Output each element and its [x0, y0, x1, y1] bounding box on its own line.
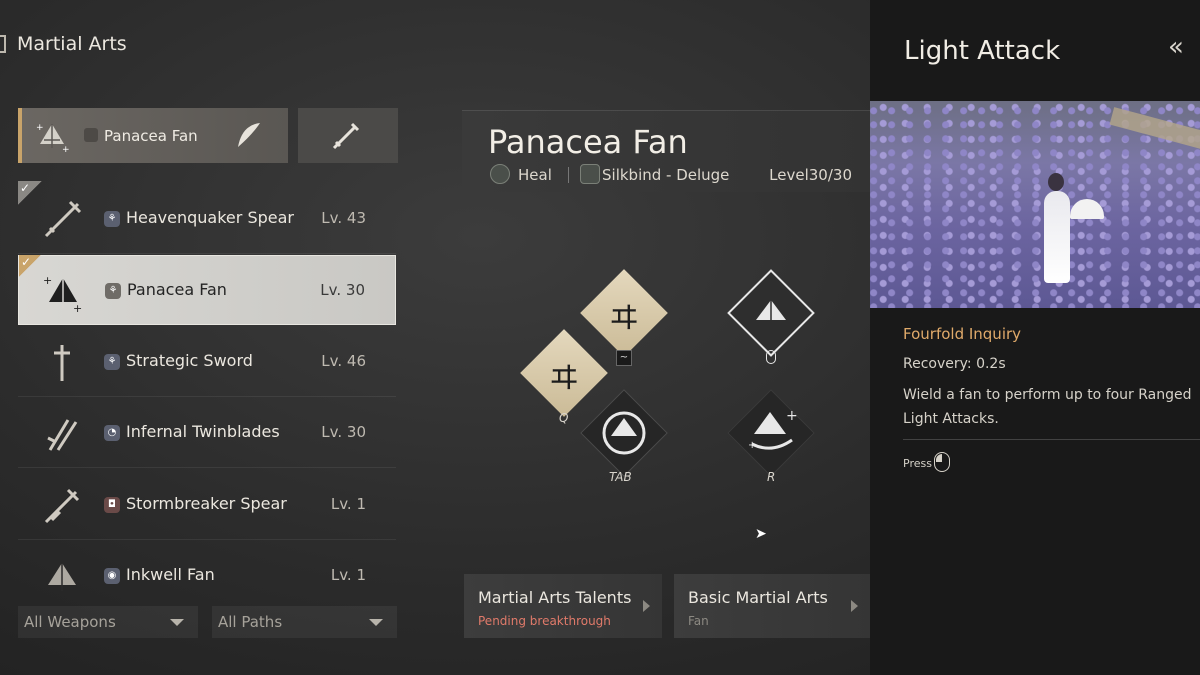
fan-silhouette-icon [238, 123, 260, 147]
weapon-row-infernal-twinblades[interactable]: ◔ Infernal Twinblades Lv. 30 [18, 398, 396, 468]
svg-text:+: + [786, 408, 798, 424]
silkbind-icon [580, 164, 600, 184]
chevron-down-icon [170, 619, 184, 626]
fan-icon [48, 563, 76, 591]
preview-path [1109, 107, 1200, 153]
preview-character-head [1048, 173, 1064, 191]
preview-character [1044, 191, 1070, 283]
mouse-left-icon [766, 350, 776, 364]
path-badge-icon: ⚘ [105, 283, 121, 299]
weapon-row-heavenquaker-spear[interactable]: ⚘ Heavenquaker Spear Lv. 43 [18, 184, 396, 254]
spear-icon [44, 200, 82, 238]
skill-title: Light Attack [904, 36, 1061, 66]
weapon-detail-header: Panacea Fan Heal Silkbind - Deluge Level… [462, 110, 870, 192]
fan-heal-icon: + + [748, 408, 798, 451]
weapon-row-strategic-sword[interactable]: ⚘ Strategic Sword Lv. 46 [18, 327, 396, 397]
fan-icon: + + [43, 274, 82, 314]
spear-icon [44, 488, 80, 524]
skill-preview-image [870, 101, 1200, 308]
twinblades-icon [47, 419, 78, 451]
weapon-name: Strategic Sword [126, 351, 253, 370]
basic-label: Basic Martial Arts [688, 588, 828, 607]
weapon-name: Stormbreaker Spear [126, 494, 287, 513]
key-hint-q: Q [559, 411, 569, 425]
equipped-main-label: Panacea Fan [104, 127, 198, 145]
back-arrow-icon[interactable]: « [1168, 32, 1184, 62]
weapon-row-panacea-fan[interactable]: + + ⚘ Panacea Fan Lv. 30 [18, 255, 396, 325]
weapon-name: Heavenquaker Spear [126, 208, 294, 227]
fan-swirl-icon [602, 411, 646, 455]
path-filter-dropdown[interactable]: All Paths [212, 606, 397, 638]
page-title: Martial Arts [17, 33, 127, 55]
svg-text:+: + [43, 274, 52, 287]
weapon-row-inkwell-fan[interactable]: ◉ Inkwell Fan Lv. 1 [18, 541, 396, 611]
preview-fan [1070, 199, 1104, 219]
weapon-level: Lv. 1 [330, 566, 366, 584]
path-badge-icon: ◔ [104, 425, 120, 441]
mouse-left-icon [934, 452, 950, 472]
chevron-right-icon [851, 600, 858, 612]
key-hint-tab: TAB [609, 470, 632, 484]
skill-subtitle: Fourfold Inquiry [903, 325, 1022, 343]
weapon-level: Lv. 43 [321, 209, 366, 227]
path-badge-icon: ◘ [104, 497, 120, 513]
svg-text:+: + [36, 123, 44, 133]
weapon-name: Infernal Twinblades [126, 422, 280, 441]
sword-icon [54, 345, 70, 381]
path-badge-icon [84, 128, 98, 142]
calligraphy-glyph-icon: ヰ [609, 301, 639, 336]
weapon-row-stormbreaker-spear[interactable]: ◘ Stormbreaker Spear Lv. 1 [18, 470, 396, 540]
weapon-detail-level: Level30/30 [769, 166, 852, 184]
talents-label: Martial Arts Talents [478, 588, 632, 607]
equipped-main-weapon-slot[interactable]: + + Panacea Fan [18, 108, 288, 163]
check-icon: ✓ [20, 181, 31, 195]
weapon-filter-value: All Weapons [24, 613, 116, 631]
weapon-level: Lv. 30 [320, 281, 365, 299]
weapon-level: Lv. 46 [321, 352, 366, 370]
heal-icon [490, 164, 510, 184]
weapon-level: Lv. 30 [321, 423, 366, 441]
svg-text:+: + [73, 302, 82, 314]
heal-tag: Heal [518, 166, 552, 184]
fan-open-icon [756, 300, 786, 326]
divider [903, 439, 1200, 440]
path-filter-value: All Paths [218, 613, 283, 631]
press-label: Press [903, 457, 932, 470]
martial-arts-book-icon [0, 35, 6, 53]
weapon-filter-dropdown[interactable]: All Weapons [18, 606, 198, 638]
sword-weapon-icon [332, 122, 360, 150]
path-badge-icon: ◉ [104, 568, 120, 584]
skill-description: Wield a fan to perform up to four Ranged… [903, 387, 1192, 427]
fan-weapon-icon: + + [36, 123, 70, 154]
svg-text:+: + [748, 440, 756, 451]
martial-arts-talents-button[interactable]: Martial Arts Talents Pending breakthroug… [464, 574, 662, 638]
check-icon: ✓ [21, 255, 32, 269]
basic-sub: Fan [688, 614, 709, 628]
chevron-down-icon [369, 619, 383, 626]
key-hint-tilde: ~ [616, 350, 632, 366]
calligraphy-glyph-icon: ヰ [549, 361, 579, 396]
skill-recovery: Recovery: 0.2s [903, 356, 1006, 372]
chevron-right-icon [643, 600, 650, 612]
svg-text:+: + [62, 145, 70, 154]
path-badge-icon: ⚘ [104, 211, 120, 227]
weapon-detail-title: Panacea Fan [488, 123, 688, 161]
weapon-level: Lv. 1 [330, 495, 366, 513]
key-hint-r: R [767, 470, 776, 484]
weapon-name: Inkwell Fan [126, 565, 215, 584]
path-badge-icon: ⚘ [104, 354, 120, 370]
weapon-name: Panacea Fan [127, 280, 227, 299]
tag-separator [568, 167, 569, 183]
path-tag: Silkbind - Deluge [602, 166, 730, 184]
basic-martial-arts-button[interactable]: Basic Martial Arts Fan [674, 574, 870, 638]
equipped-off-weapon-slot[interactable] [298, 108, 398, 163]
mouse-cursor-icon: ➤ [755, 526, 767, 542]
talents-status: Pending breakthrough [478, 614, 611, 628]
